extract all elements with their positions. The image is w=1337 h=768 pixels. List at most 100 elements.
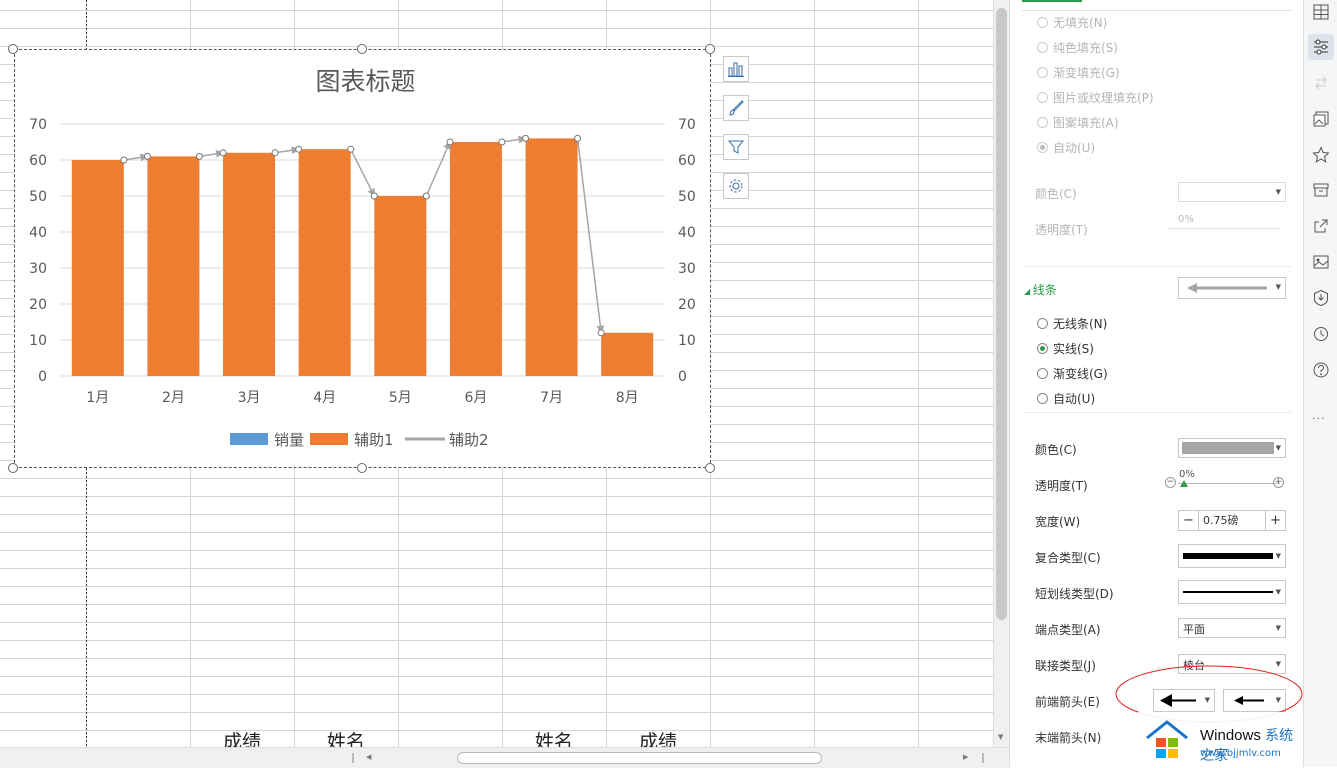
help-icon[interactable] (1312, 361, 1330, 379)
chart-style-button[interactable] (723, 95, 749, 121)
image-gallery-icon[interactable] (1312, 110, 1330, 128)
cell-score-2[interactable]: 成绩 (606, 727, 710, 747)
radio-button[interactable] (1037, 42, 1048, 53)
resize-handle-bottom[interactable] (357, 463, 367, 473)
radio-button[interactable] (1037, 92, 1048, 103)
width-increase-button[interactable]: + (1265, 511, 1285, 530)
fill-transparency-slider[interactable] (1168, 228, 1280, 229)
cell-score-1[interactable]: 成绩 (190, 727, 294, 747)
fill-option-none[interactable]: 无填充(N) (1037, 14, 1107, 31)
more-icon[interactable]: ··· (1312, 412, 1326, 425)
legend-swatch (230, 433, 268, 445)
fill-color-dropdown[interactable]: ▼ (1178, 182, 1286, 202)
chevron-down-icon: ▼ (1275, 444, 1281, 452)
resize-handle-bottom-left[interactable] (8, 463, 18, 473)
radio-button-selected[interactable] (1037, 343, 1048, 354)
line-width-spinner[interactable]: − 0.75磅 + (1178, 510, 1286, 531)
line-option-gradient[interactable]: 渐变线(G) (1037, 365, 1108, 382)
fill-option-label: 无填充(N) (1053, 16, 1108, 30)
cell-name-2[interactable]: 姓名 (502, 727, 606, 747)
chart-settings-button[interactable] (723, 173, 749, 199)
transparency-increase-button[interactable]: + (1273, 477, 1284, 488)
transparency-decrease-button[interactable]: − (1165, 477, 1176, 488)
chart-filter-icon (727, 140, 745, 154)
chart-filter-button[interactable] (723, 134, 749, 160)
history-icon[interactable] (1312, 325, 1330, 343)
line-option-auto[interactable]: 自动(U) (1037, 390, 1095, 407)
vertical-scroll-thumb[interactable] (996, 8, 1007, 620)
chart-object[interactable]: 图表标题 0 10 20 30 40 50 60 70 0 10 20 30 40 50 60 70 1月 2月 3月… (14, 49, 711, 468)
radio-button[interactable] (1037, 17, 1048, 28)
fill-option-pattern[interactable]: 图案填充(A) (1037, 114, 1119, 131)
fill-option-label: 渐变填充(G) (1053, 66, 1120, 80)
horizontal-scroll-thumb[interactable] (457, 752, 822, 764)
connector-start-point (120, 156, 128, 164)
transparency-slider-track[interactable] (1178, 483, 1280, 484)
resize-handle-top-left[interactable] (8, 44, 18, 54)
fill-option-solid[interactable]: 纯色填充(S) (1037, 39, 1118, 56)
dash-type-label: 短划线类型(D) (1035, 587, 1114, 601)
archive-icon[interactable] (1312, 181, 1330, 199)
line-transparency-value: 0% (1179, 469, 1195, 480)
scroll-left-arrow-icon[interactable]: ◀ (366, 753, 371, 761)
scroll-separator (352, 753, 354, 763)
table-icon[interactable] (1312, 3, 1330, 21)
line-option-none[interactable]: 无线条(N) (1037, 315, 1107, 332)
x-tick-label: 4月 (313, 390, 336, 406)
fill-option-picture[interactable]: 图片或纹理填充(P) (1037, 89, 1154, 106)
resize-handle-top[interactable] (357, 44, 367, 54)
fill-option-label: 图案填充(A) (1053, 116, 1119, 130)
line-transparency-label: 透明度(T) (1035, 479, 1088, 493)
x-tick-label: 2月 (162, 390, 185, 406)
bar-5 (374, 196, 427, 376)
connector-end-point (446, 138, 454, 146)
connector-start-point (498, 138, 506, 146)
bar-8 (601, 332, 654, 376)
width-decrease-button[interactable]: − (1179, 511, 1199, 530)
x-tick-label: 8月 (616, 390, 639, 406)
cell-name-1[interactable]: 姓名 (294, 727, 398, 747)
chart-elements-button[interactable] (723, 56, 749, 82)
bar-6 (449, 142, 502, 376)
secondary-y-tick-label: 70 (678, 117, 696, 133)
vertical-scrollbar[interactable]: ▼ (993, 0, 1010, 747)
radio-button-selected[interactable] (1037, 142, 1048, 153)
line-option-solid[interactable]: 实线(S) (1037, 340, 1094, 357)
radio-button[interactable] (1037, 67, 1048, 78)
connector-end-point (295, 145, 303, 153)
line-color-dropdown[interactable]: ▼ (1178, 438, 1286, 458)
swap-icon[interactable] (1312, 74, 1330, 92)
connector-end-point (597, 329, 605, 337)
connector-end-point (522, 134, 530, 142)
transparency-slider-thumb[interactable] (1180, 480, 1188, 487)
line-preset-dropdown[interactable]: ▼ (1178, 277, 1286, 299)
section-divider (1022, 412, 1292, 413)
line-section-header[interactable]: ◢ 线条 (1024, 281, 1057, 298)
resize-handle-top-right[interactable] (705, 44, 715, 54)
scroll-separator (982, 753, 984, 763)
compound-line-preview (1183, 553, 1273, 559)
horizontal-scrollbar[interactable]: ◀ ▶ (0, 747, 1009, 768)
scroll-down-arrow-icon[interactable]: ▼ (998, 733, 1003, 741)
properties-tab-active[interactable] (1308, 34, 1334, 60)
radio-button[interactable] (1037, 393, 1048, 404)
star-icon[interactable] (1312, 146, 1330, 164)
fill-option-gradient[interactable]: 渐变填充(G) (1037, 64, 1120, 81)
dash-type-dropdown[interactable]: ▼ (1178, 580, 1286, 604)
secondary-y-tick-label: 40 (678, 225, 696, 241)
scroll-right-arrow-icon[interactable]: ▶ (963, 753, 968, 761)
spreadsheet-grid[interactable]: 成绩 姓名 姓名 成绩 图表标题 0 10 20 30 40 50 60 70 0 10 20 30 40… (0, 0, 993, 747)
radio-button[interactable] (1037, 318, 1048, 329)
shield-icon[interactable] (1312, 289, 1330, 307)
line-option-label: 渐变线(G) (1053, 367, 1108, 381)
picture-icon[interactable] (1312, 253, 1330, 271)
compound-type-dropdown[interactable]: ▼ (1178, 544, 1286, 568)
resize-handle-bottom-right[interactable] (705, 463, 715, 473)
line-width-input[interactable]: 0.75磅 (1199, 511, 1265, 530)
share-icon[interactable] (1312, 217, 1330, 235)
fill-option-auto[interactable]: 自动(U) (1037, 139, 1095, 156)
line-option-label: 实线(S) (1053, 342, 1094, 356)
cap-type-dropdown[interactable]: 平面 ▼ (1178, 618, 1286, 638)
radio-button[interactable] (1037, 117, 1048, 128)
radio-button[interactable] (1037, 368, 1048, 379)
